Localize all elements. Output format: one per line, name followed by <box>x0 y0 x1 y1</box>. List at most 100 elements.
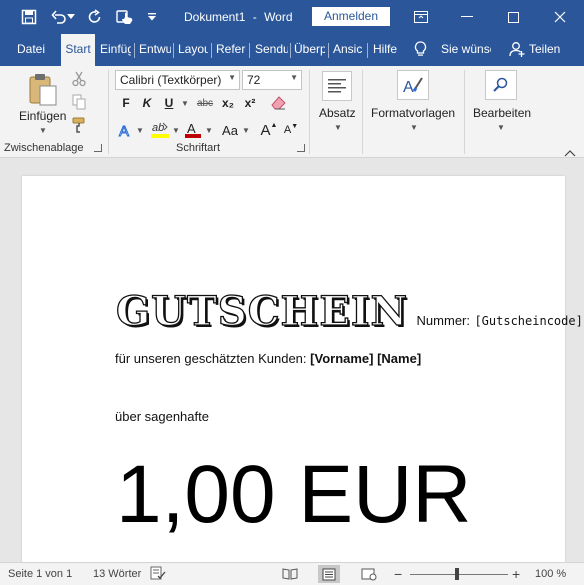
page-count[interactable]: Seite 1 von 1 <box>8 568 72 580</box>
tab-review[interactable]: Überp <box>294 42 325 56</box>
title-separator: - <box>252 10 257 24</box>
font-color-dropdown-icon[interactable]: ▼ <box>205 126 213 135</box>
tab-divider <box>290 43 291 58</box>
window-title: Dokument1 - Word <box>184 10 293 24</box>
font-name-combo[interactable]: Calibri (Textkörper) ▼ <box>115 70 240 90</box>
clipboard-dialog-launcher-icon[interactable] <box>94 144 102 152</box>
clear-formatting-icon[interactable] <box>271 95 288 116</box>
save-icon[interactable] <box>20 8 38 26</box>
share-button[interactable]: Teilen <box>529 42 560 56</box>
font-name-dropdown-icon[interactable]: ▼ <box>228 73 236 82</box>
underline-dropdown-icon[interactable]: ▼ <box>181 99 189 108</box>
close-icon[interactable] <box>536 0 584 34</box>
word-count[interactable]: 13 Wörter <box>93 568 141 580</box>
zoom-in-button[interactable]: + <box>512 566 520 582</box>
tab-file[interactable]: Datei <box>17 42 47 56</box>
group-divider <box>309 70 310 154</box>
cut-icon[interactable] <box>71 71 87 92</box>
paragraph-button[interactable]: Absatz <box>319 106 356 120</box>
svg-text:A: A <box>403 79 414 95</box>
voucher-code-field[interactable]: [Gutscheincode] <box>474 314 582 328</box>
customize-toolbar-icon[interactable] <box>145 8 159 26</box>
italic-button[interactable]: K <box>137 94 157 112</box>
paste-icon[interactable] <box>28 72 58 111</box>
paste-button[interactable]: Einfügen <box>19 109 66 123</box>
number-label: Nummer: <box>416 313 470 328</box>
tab-help[interactable]: Hilfe <box>373 42 401 56</box>
document-page[interactable]: GUTSCHEIN Nummer: [Gutscheincode] für un… <box>22 176 583 562</box>
editing-button[interactable]: Bearbeiten <box>473 106 531 120</box>
tab-view[interactable]: Ansic <box>333 42 365 56</box>
tab-divider <box>173 43 174 58</box>
print-layout-icon[interactable] <box>318 565 340 583</box>
document-name: Dokument1 <box>184 10 246 24</box>
ribbon-display-options-icon[interactable] <box>398 0 444 34</box>
document-area[interactable]: GUTSCHEIN Nummer: [Gutscheincode] für un… <box>0 158 584 562</box>
app-name: Word <box>264 10 293 24</box>
status-bar: Seite 1 von 1 13 Wörter − + 100 % <box>0 562 584 585</box>
change-case-button[interactable]: Aa <box>218 121 242 139</box>
shrink-arrow-icon: ▼ <box>291 122 299 130</box>
redo-icon[interactable] <box>86 8 104 26</box>
zoom-out-button[interactable]: − <box>394 566 402 582</box>
lightbulb-icon[interactable] <box>414 41 427 61</box>
styles-icon[interactable]: A <box>397 70 429 100</box>
voucher-heading: GUTSCHEIN <box>115 287 409 335</box>
grow-font-button[interactable]: A ▲ <box>261 121 278 139</box>
amount-prefix: über sagenhafte <box>115 409 209 424</box>
text-effects-dropdown-icon[interactable]: ▼ <box>136 126 144 135</box>
signin-button[interactable]: Anmelden <box>312 7 390 26</box>
tab-layout[interactable]: Layou <box>178 42 208 56</box>
share-person-icon[interactable] <box>509 41 525 60</box>
tab-divider <box>249 43 250 58</box>
web-layout-icon[interactable] <box>358 565 380 583</box>
highlight-color-icon[interactable]: ab <box>149 121 171 139</box>
read-mode-icon[interactable] <box>279 565 301 583</box>
zoom-level[interactable]: 100 % <box>535 568 566 580</box>
tab-insert[interactable]: Einfüg <box>100 42 131 56</box>
subscript-button[interactable]: x₂ <box>218 94 238 112</box>
shrink-font-button[interactable]: A ▼ <box>284 121 298 139</box>
tab-home[interactable]: Start <box>61 34 95 66</box>
styles-dropdown-icon[interactable]: ▼ <box>410 123 418 132</box>
underline-button[interactable]: U <box>159 94 179 112</box>
styles-button[interactable]: Formatvorlagen <box>371 106 455 120</box>
zoom-slider-thumb[interactable] <box>455 568 459 580</box>
font-size-value: 72 <box>247 73 261 87</box>
ribbon-tabs: Datei Start Einfüg Entwu Layou Refere Se… <box>0 34 584 66</box>
maximize-icon[interactable] <box>490 0 536 34</box>
format-painter-icon[interactable] <box>71 117 87 138</box>
text-effects-icon[interactable]: A <box>117 121 135 139</box>
font-group-label: Schriftart <box>176 142 221 154</box>
tell-me-search[interactable]: Sie wünsc <box>441 42 491 56</box>
svg-text:ab: ab <box>152 122 164 134</box>
zoom-slider-track[interactable] <box>410 574 508 575</box>
font-color-icon[interactable]: A <box>183 121 203 139</box>
voucher-amount: 1,00 EUR <box>116 449 472 540</box>
proofing-icon[interactable] <box>150 566 166 583</box>
paste-dropdown-icon[interactable]: ▼ <box>39 126 47 135</box>
font-size-combo[interactable]: 72 ▼ <box>242 70 302 90</box>
font-dialog-launcher-icon[interactable] <box>297 144 305 152</box>
paragraph-dropdown-icon[interactable]: ▼ <box>334 123 342 132</box>
touch-mode-icon[interactable] <box>115 8 135 26</box>
tab-references[interactable]: Refere <box>216 42 246 56</box>
bold-button[interactable]: F <box>116 94 136 112</box>
svg-text:A: A <box>119 123 129 139</box>
font-size-dropdown-icon[interactable]: ▼ <box>290 73 298 82</box>
search-icon[interactable] <box>485 70 517 100</box>
grow-arrow-icon: ▲ <box>270 121 278 129</box>
undo-dropdown-icon[interactable] <box>66 8 76 26</box>
minimize-icon[interactable] <box>444 0 490 34</box>
strikethrough-button[interactable]: abc <box>193 94 217 112</box>
superscript-button[interactable]: x² <box>240 94 260 112</box>
editing-dropdown-icon[interactable]: ▼ <box>497 123 505 132</box>
group-divider <box>108 70 109 154</box>
tab-mailings[interactable]: Sendu <box>255 42 288 56</box>
paragraph-icon[interactable] <box>322 71 352 101</box>
copy-icon[interactable] <box>71 94 87 115</box>
tab-design[interactable]: Entwu <box>139 42 171 56</box>
highlight-dropdown-icon[interactable]: ▼ <box>172 126 180 135</box>
change-case-dropdown-icon[interactable]: ▼ <box>242 126 250 135</box>
customer-name-fields[interactable]: [Vorname] [Name] <box>310 351 421 366</box>
